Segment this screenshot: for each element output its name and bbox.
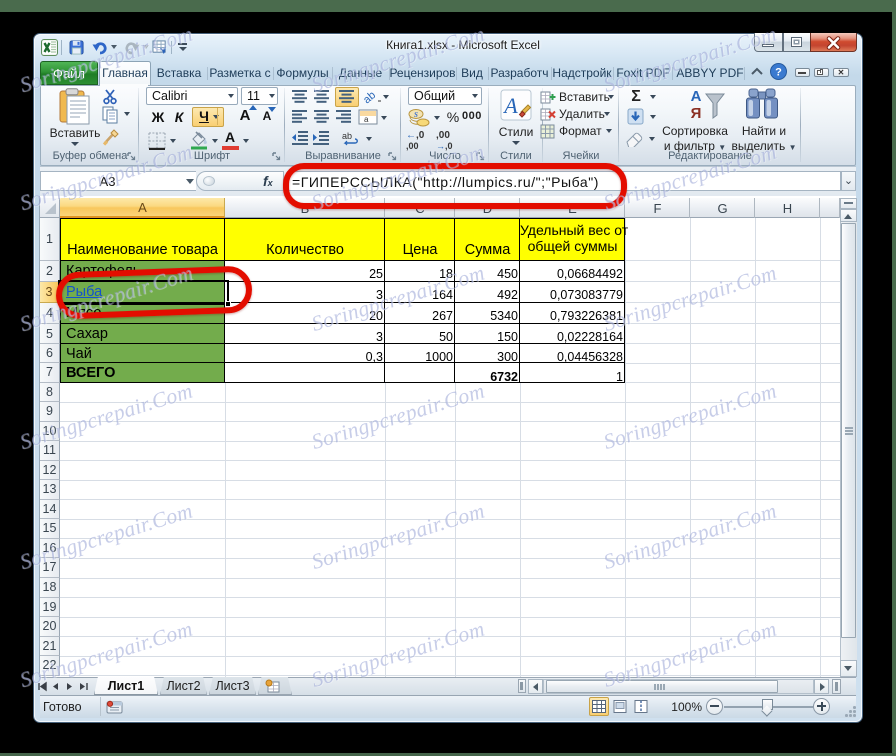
svg-text:А: А [691, 88, 702, 105]
svg-text:Я: Я [691, 105, 702, 122]
svg-text:?: ? [775, 67, 782, 79]
svg-text:ab: ab [364, 89, 378, 104]
svg-text:ab: ab [342, 131, 352, 141]
svg-text:S: S [414, 111, 418, 119]
svg-text:a: a [364, 115, 369, 124]
svg-text:A: A [502, 93, 518, 118]
